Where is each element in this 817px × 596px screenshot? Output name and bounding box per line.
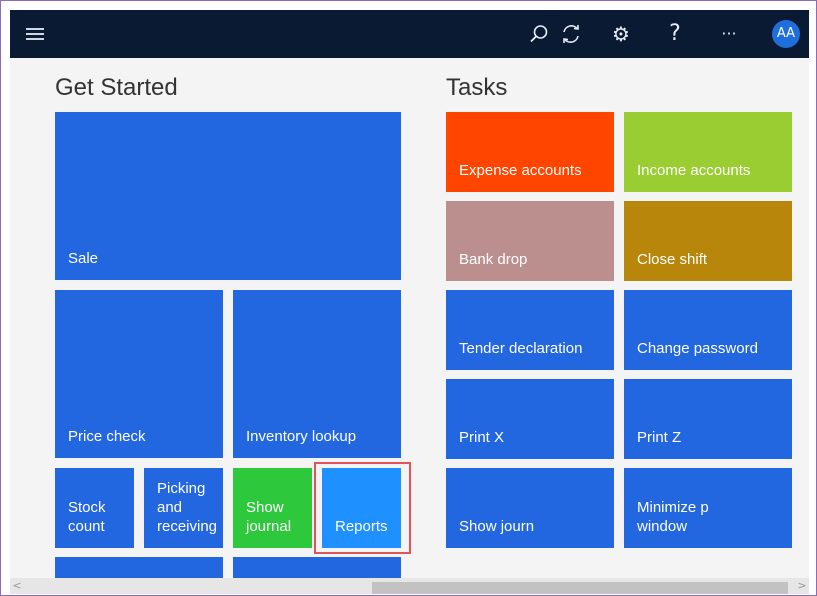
income-accounts-tile-label: Income accounts	[637, 162, 751, 179]
hamburger-icon[interactable]	[26, 28, 44, 40]
minimize-window-tile[interactable]: Minimize p window	[624, 468, 792, 548]
change-password-tile-label: Change password	[637, 340, 758, 357]
search-icon[interactable]	[526, 22, 552, 46]
close-shift-tile[interactable]: Close shift	[624, 201, 792, 281]
scrollbar-thumb[interactable]	[372, 582, 788, 594]
print-z-tile[interactable]: Print Z	[624, 379, 792, 459]
bank-drop-tile[interactable]: Bank drop	[446, 201, 614, 281]
gear-icon[interactable]: ⚙	[608, 22, 634, 46]
help-icon[interactable]: ?	[662, 22, 688, 46]
expense-accounts-tile-label: Expense accounts	[459, 162, 582, 179]
more-icon[interactable]: ···	[716, 22, 742, 46]
expense-accounts-tile[interactable]: Expense accounts	[446, 112, 614, 192]
tasks-title: Tasks	[446, 74, 508, 101]
stock-count-tile[interactable]: Stock count	[55, 468, 134, 548]
print-z-tile-label: Print Z	[637, 429, 682, 446]
show-journal-task-tile-label: Show journ	[459, 518, 535, 535]
main-content: Get Started Tasks Sale Price check Inven…	[10, 58, 809, 578]
avatar[interactable]: AA	[772, 20, 800, 48]
picking-receiving-tile-label: Picking and receiving	[157, 480, 218, 535]
partial-tile-left[interactable]	[55, 557, 223, 578]
income-accounts-tile[interactable]: Income accounts	[624, 112, 792, 192]
show-journal-task-tile[interactable]: Show journ	[446, 468, 614, 548]
change-password-tile[interactable]: Change password	[624, 290, 792, 370]
bank-drop-tile-label: Bank drop	[459, 251, 528, 268]
scroll-right-icon[interactable]: >	[795, 578, 809, 594]
stock-count-tile-label: Stock count	[68, 499, 106, 535]
minimize-window-tile-label: Minimize p window	[637, 499, 709, 535]
get-started-title: Get Started	[55, 74, 178, 101]
show-journal-tile[interactable]: Show journal	[233, 468, 312, 548]
sale-tile-label: Sale	[68, 250, 99, 267]
tender-declaration-tile[interactable]: Tender declaration	[446, 290, 614, 370]
price-check-tile-label: Price check	[68, 428, 146, 445]
tender-declaration-tile-label: Tender declaration	[459, 340, 583, 357]
price-check-tile[interactable]: Price check	[55, 290, 223, 458]
picking-receiving-tile[interactable]: Picking and receiving	[144, 468, 223, 548]
horizontal-scrollbar[interactable]: < >	[10, 578, 809, 594]
sync-icon[interactable]	[558, 22, 584, 46]
reports-tile[interactable]: Reports	[322, 468, 401, 548]
scroll-left-icon[interactable]: <	[10, 578, 24, 594]
top-bar: ⚙ ? ··· AA	[10, 10, 809, 58]
partial-tile-right[interactable]	[233, 557, 401, 578]
close-shift-tile-label: Close shift	[637, 251, 708, 268]
show-journal-tile-label: Show journal	[246, 499, 292, 535]
reports-tile-label: Reports	[335, 518, 388, 535]
inventory-lookup-tile[interactable]: Inventory lookup	[233, 290, 401, 458]
print-x-tile[interactable]: Print X	[446, 379, 614, 459]
print-x-tile-label: Print X	[459, 429, 505, 446]
inventory-lookup-tile-label: Inventory lookup	[246, 428, 357, 445]
sale-tile[interactable]: Sale	[55, 112, 401, 280]
